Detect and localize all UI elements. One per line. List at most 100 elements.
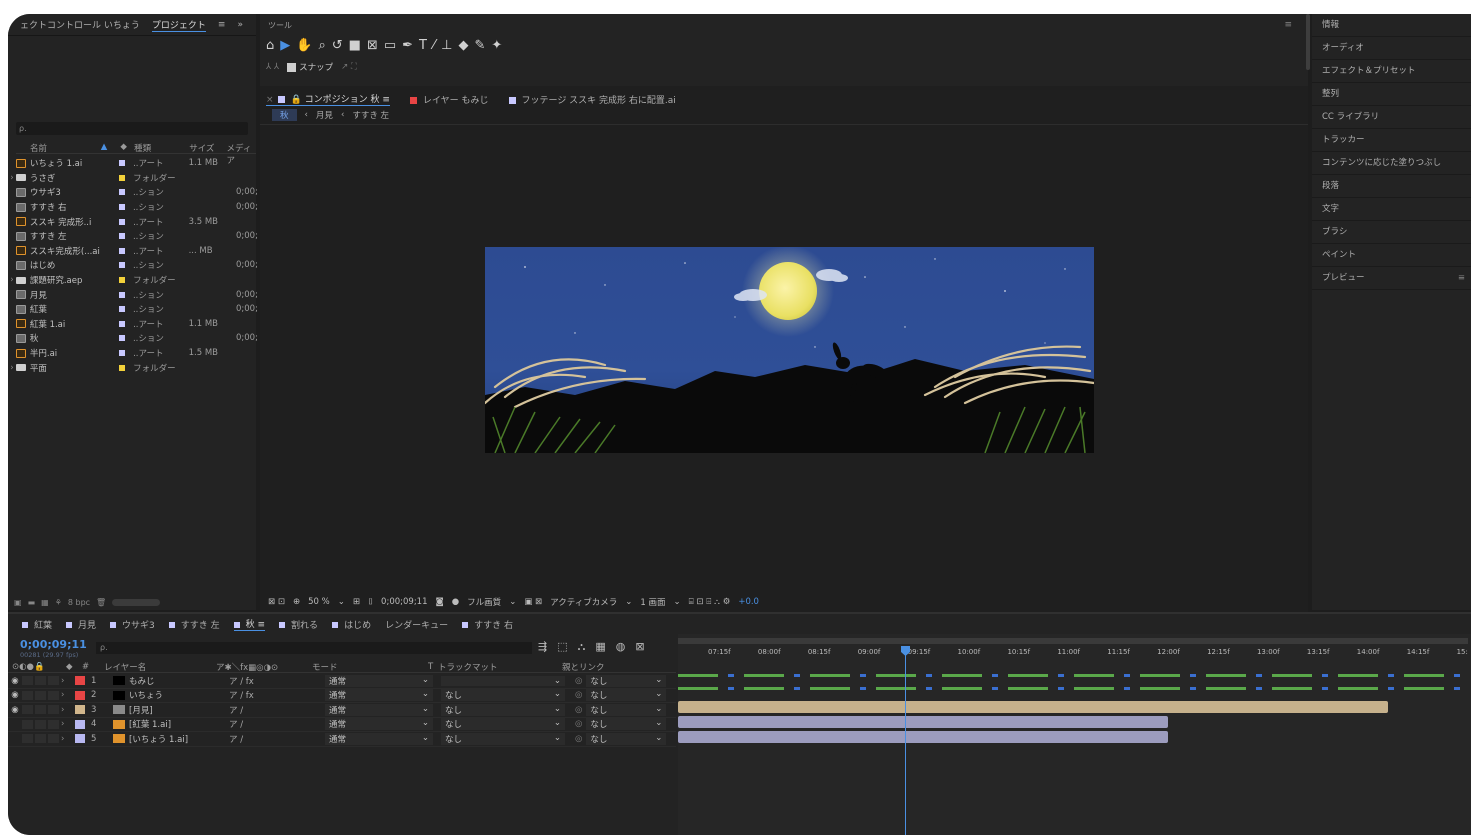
layer-switches[interactable]: ア / fx	[229, 675, 325, 687]
parent-select[interactable]: なし ⌄	[586, 718, 667, 731]
layer-switches[interactable]: ア /	[229, 718, 325, 730]
layer-row[interactable]: ◉ › 3 [月見] ア / 通常 ⌄ なし ⌄ ◎ なし ⌄	[8, 703, 676, 718]
label-color[interactable]	[75, 719, 85, 729]
col-layer-name[interactable]: レイヤー名	[104, 661, 216, 673]
transparency-grid-icon[interactable]: ▣ ⊠	[524, 597, 542, 607]
project-item[interactable]: 紅葉 1.ai ..アート 1.1 MB	[8, 317, 256, 332]
close-icon[interactable]: ×	[266, 95, 274, 105]
right-panel-item[interactable]: 情報	[1312, 14, 1471, 37]
twirl-icon[interactable]: ›	[8, 363, 16, 373]
tab-effect-controls[interactable]: ェクトコントロール いちょう	[20, 18, 140, 31]
parent-select[interactable]: なし ⌄	[586, 732, 667, 745]
snap-option-icon[interactable]: ↗ ⛶	[341, 62, 357, 72]
visibility-eye-icon[interactable]: ◉	[8, 705, 22, 715]
visibility-eye-icon[interactable]: ◉	[8, 690, 22, 700]
timeline-tab[interactable]: 割れる	[279, 618, 318, 631]
rectangle-tool-icon[interactable]: ▭	[384, 38, 396, 53]
mode-select[interactable]: 通常 ⌄	[325, 674, 433, 687]
timeline-tab[interactable]: ウサギ3	[110, 618, 155, 631]
layer-duration-bar[interactable]	[678, 687, 1468, 690]
solo-switch[interactable]	[35, 690, 46, 700]
parent-select[interactable]: なし ⌄	[586, 689, 667, 702]
work-area-bar[interactable]	[678, 638, 1468, 644]
label-color[interactable]	[119, 291, 125, 298]
label-color[interactable]	[119, 160, 126, 167]
motion-blur-icon[interactable]: ◍	[616, 640, 626, 654]
right-panel-item[interactable]: トラッカー	[1312, 129, 1471, 152]
label-color[interactable]	[119, 247, 126, 254]
hand-tool-icon[interactable]: ✋	[296, 38, 312, 53]
panel-menu-icon[interactable]: ≡	[218, 20, 226, 30]
label-color[interactable]	[119, 277, 126, 284]
project-item[interactable]: 半円.ai ..アート 1.5 MB	[8, 346, 256, 361]
bpc-label[interactable]: 8 bpc	[68, 598, 90, 607]
layer-name[interactable]: [月見]	[129, 704, 229, 716]
label-color[interactable]	[119, 233, 125, 240]
col-track-matte[interactable]: トラックマット	[438, 661, 562, 673]
sort-arrow-icon[interactable]: ▲	[101, 142, 121, 153]
layer-switches[interactable]: ア / fx	[229, 689, 325, 701]
twirl-icon[interactable]: ›	[61, 734, 69, 744]
pen-tool-icon[interactable]: ✒	[402, 38, 413, 53]
layer-duration-bar[interactable]	[678, 701, 1388, 713]
pickwhip-icon[interactable]: ◎	[575, 690, 582, 700]
audio-switch[interactable]	[22, 705, 33, 715]
layer-switches[interactable]: ア /	[229, 704, 325, 716]
tab-layer[interactable]: レイヤー もみじ	[409, 93, 489, 106]
layer-row[interactable]: ◉ › 1 もみじ ア / fx 通常 ⌄ ⌄ ◎ なし ⌄	[8, 674, 676, 689]
dropdown-chevron-icon[interactable]: ⌄	[674, 597, 681, 607]
twirl-icon[interactable]: ›	[61, 676, 69, 686]
snap-checkbox[interactable]: スナップ	[287, 61, 333, 73]
pickwhip-icon[interactable]: ◎	[575, 734, 582, 744]
time-ruler[interactable]: 07:15f 08:00f 08:15f 09:00f 09:15f 10:00f 10:1…	[678, 638, 1471, 668]
view-layout-select[interactable]: 1 画面	[640, 596, 665, 608]
flowchart-icon[interactable]: ⚘	[55, 598, 62, 607]
layer-duration-bar[interactable]	[678, 716, 1168, 728]
zoom-select[interactable]: 50 %	[308, 597, 330, 607]
right-panel-item[interactable]: プレビュー ≡	[1312, 267, 1471, 290]
track-matte-select[interactable]: ⌄	[441, 675, 565, 686]
right-panel-item[interactable]: 整列	[1312, 83, 1471, 106]
preview-options-icon[interactable]: ⊠ ⊡	[268, 597, 285, 607]
twirl-icon[interactable]: ›	[8, 173, 16, 183]
twirl-icon[interactable]: ›	[61, 705, 69, 715]
home-icon[interactable]: ⌂	[266, 38, 274, 53]
tools-menu-icon[interactable]: ≡	[1284, 20, 1292, 30]
project-item[interactable]: ススキ完成形(...ai ..アート ... MB	[8, 244, 256, 259]
crumb-3[interactable]: すすき 左	[352, 109, 389, 121]
right-panel-item[interactable]: CC ライブラリ	[1312, 106, 1471, 129]
frame-blending-icon[interactable]: ▦	[595, 640, 605, 654]
timeline-tab[interactable]: レンダーキュー	[385, 618, 448, 631]
selection-tool-icon[interactable]: ▶	[280, 38, 290, 53]
roto-brush-tool-icon[interactable]: ✎	[475, 38, 486, 53]
label-color[interactable]	[119, 262, 125, 269]
layer-switches[interactable]: ア /	[229, 733, 325, 745]
dropdown-chevron-icon[interactable]: ⌄	[625, 597, 632, 607]
timeline-timecode[interactable]: 0;00;09;11	[20, 638, 87, 651]
right-panel-item[interactable]: コンテンツに応じた塗りつぶし	[1312, 152, 1471, 175]
viewer-timecode[interactable]: 0;00;09;11	[381, 597, 427, 607]
layer-name[interactable]: [いちょう 1.ai]	[129, 733, 229, 745]
track-matte-select[interactable]: なし ⌄	[441, 689, 565, 702]
project-item[interactable]: 月見 ..ション 0;00;	[8, 287, 258, 302]
audio-switch[interactable]	[22, 734, 33, 744]
pickwhip-icon[interactable]: ◎	[575, 676, 582, 686]
eraser-tool-icon[interactable]: ◆	[459, 38, 469, 53]
timeline-tab[interactable]: 紅葉	[22, 618, 52, 631]
tab-project[interactable]: プロジェクト	[151, 18, 206, 32]
dropdown-chevron-icon[interactable]: ⌄	[338, 597, 345, 607]
graph-editor-icon[interactable]: ⊠	[635, 640, 644, 654]
label-color[interactable]	[119, 335, 125, 342]
label-color[interactable]	[119, 204, 125, 211]
right-panel-item[interactable]: エフェクト＆プリセット	[1312, 60, 1471, 83]
layer-name[interactable]: もみじ	[129, 675, 229, 687]
pan-behind-tool-icon[interactable]: ⊠	[367, 38, 378, 53]
label-color[interactable]	[119, 364, 126, 371]
clone-stamp-tool-icon[interactable]: ⊥	[441, 38, 452, 53]
current-time-indicator[interactable]	[901, 646, 910, 835]
timeline-tab[interactable]: すすき 右	[462, 618, 513, 631]
col-type[interactable]: 種類	[134, 142, 189, 154]
crumb-2[interactable]: 月見	[316, 109, 333, 121]
axis-icon[interactable]: ⅄ ⅄	[266, 62, 279, 72]
layer-row[interactable]: › 4 [紅葉 1.ai] ア / 通常 ⌄ なし ⌄ ◎ なし ⌄	[8, 718, 676, 732]
